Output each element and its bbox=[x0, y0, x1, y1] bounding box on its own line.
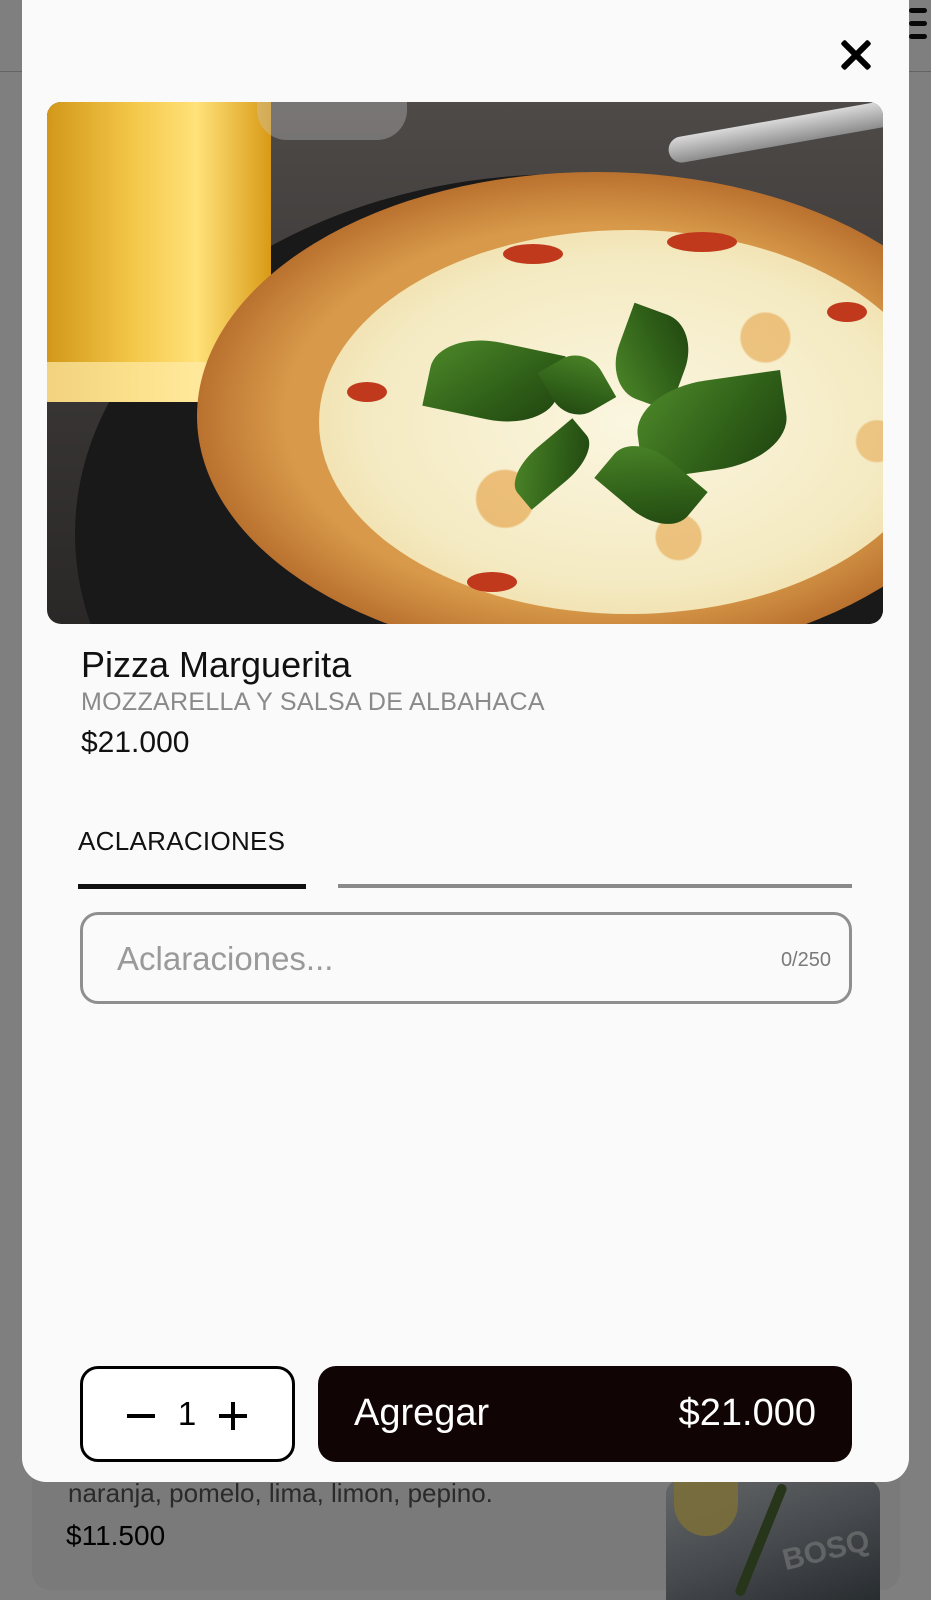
add-to-order-button[interactable]: Agregar $21.000 bbox=[318, 1366, 852, 1462]
quantity-value: 1 bbox=[177, 1395, 197, 1432]
product-price: $21.000 bbox=[81, 726, 190, 759]
product-image bbox=[47, 102, 883, 624]
notes-field: 0/250 bbox=[80, 912, 852, 1004]
tab-label: ACLARACIONES bbox=[78, 826, 286, 856]
add-button-price: $21.000 bbox=[678, 1392, 816, 1434]
product-description: MOZZARELLA Y SALSA DE ALBAHACA bbox=[81, 688, 545, 716]
tab-active-indicator bbox=[78, 884, 306, 889]
tab-aclaraciones[interactable]: ACLARACIONES bbox=[78, 826, 306, 890]
product-name: Pizza Marguerita bbox=[81, 644, 352, 685]
plus-icon[interactable] bbox=[215, 1399, 251, 1435]
minus-icon[interactable] bbox=[123, 1399, 159, 1435]
tab-divider bbox=[338, 884, 852, 888]
quantity-stepper: 1 bbox=[80, 1366, 295, 1462]
product-modal: Pizza Marguerita MOZZARELLA Y SALSA DE A… bbox=[22, 0, 909, 1482]
character-counter: 0/250 bbox=[780, 949, 831, 971]
close-icon[interactable] bbox=[834, 34, 878, 78]
notes-input[interactable] bbox=[117, 933, 737, 985]
add-button-label: Agregar bbox=[354, 1392, 490, 1434]
